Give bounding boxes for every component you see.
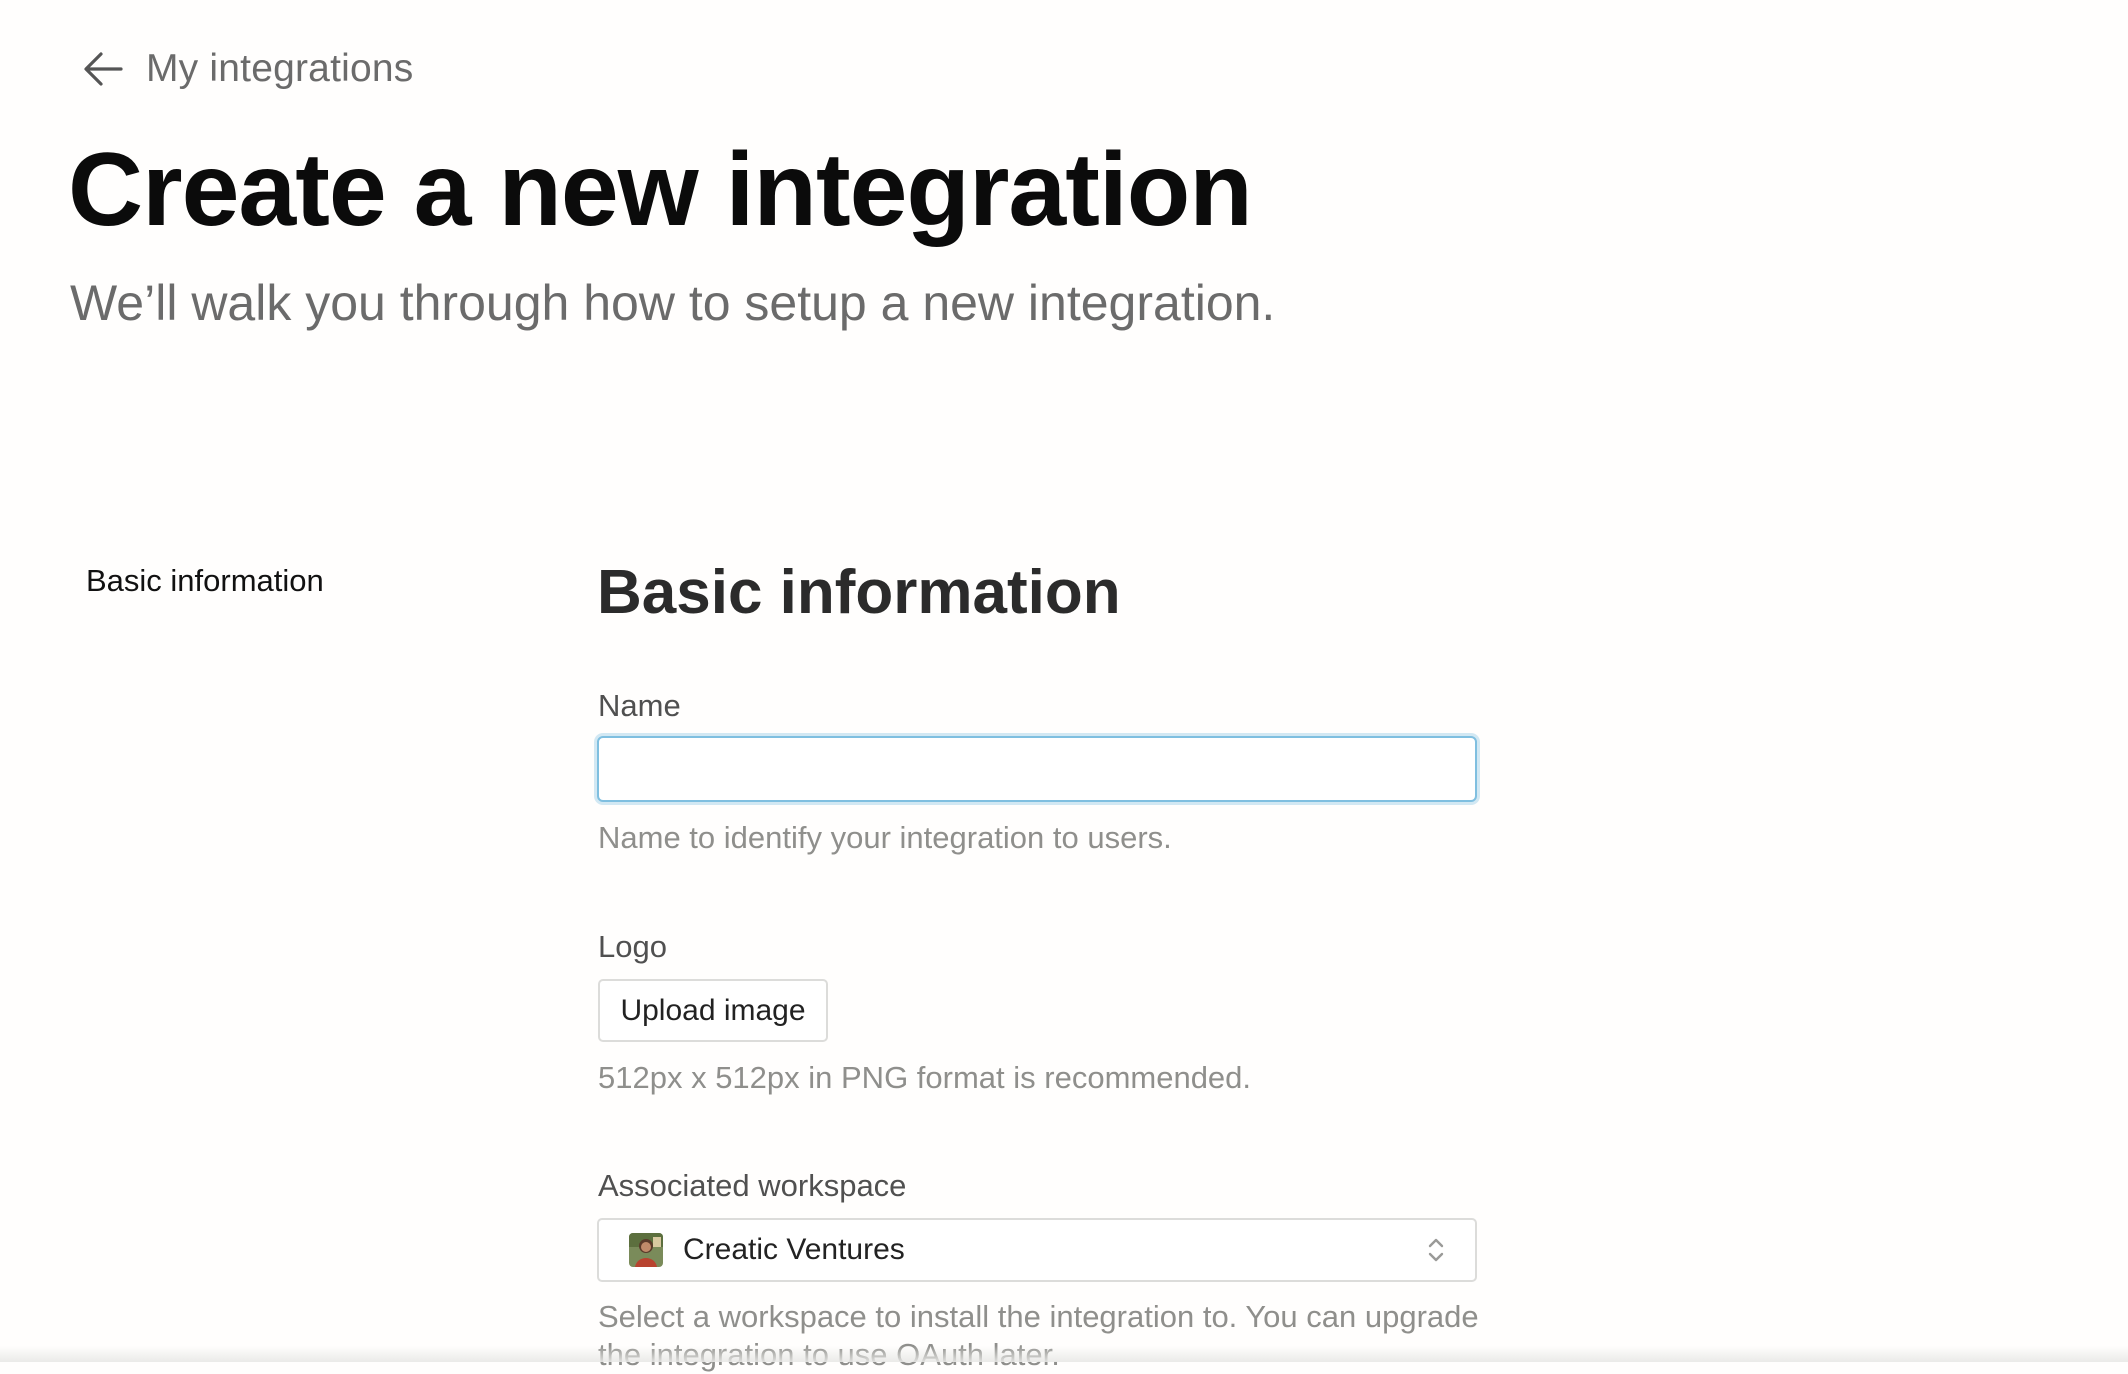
- workspace-field-hint: Select a workspace to install the integr…: [598, 1299, 1479, 1372]
- arrow-left-icon: [78, 44, 128, 94]
- back-link-label: My integrations: [146, 47, 414, 90]
- workspace-selected-value: Creatic Ventures: [683, 1233, 905, 1266]
- name-field-hint: Name to identify your integration to use…: [598, 820, 1172, 855]
- section-title: Basic information: [597, 558, 1121, 627]
- sidebar-item-basic-information[interactable]: Basic information: [86, 563, 324, 599]
- upload-image-button[interactable]: Upload image: [598, 979, 828, 1042]
- page-title: Create a new integration: [68, 132, 1253, 248]
- bottom-edge-shadow: [0, 1346, 2128, 1362]
- page-subtitle: We’ll walk you through how to setup a ne…: [70, 275, 1276, 331]
- name-input[interactable]: [597, 736, 1477, 802]
- workspace-field-label: Associated workspace: [598, 1168, 907, 1203]
- logo-field-hint: 512px x 512px in PNG format is recommend…: [598, 1060, 1252, 1095]
- chevron-up-down-icon: [1425, 1235, 1447, 1265]
- name-field-label: Name: [598, 688, 681, 723]
- workspace-select[interactable]: Creatic Ventures: [597, 1218, 1477, 1282]
- back-to-my-integrations-link[interactable]: My integrations: [78, 44, 413, 94]
- workspace-avatar-icon: [629, 1233, 663, 1267]
- logo-field-label: Logo: [598, 929, 667, 964]
